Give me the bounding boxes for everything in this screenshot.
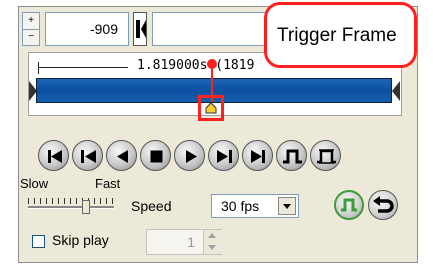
step-back-icon	[81, 150, 96, 163]
speed-slider[interactable]	[28, 196, 114, 216]
stop-button[interactable]	[140, 140, 171, 171]
play-icon	[186, 150, 197, 163]
play-reverse-icon	[117, 150, 128, 163]
repeat-button[interactable]	[368, 190, 398, 220]
fast-label: Fast	[95, 176, 121, 191]
frame-marker-icon[interactable]	[133, 12, 147, 46]
time-range-line	[38, 67, 128, 68]
time-range-left-tick	[38, 62, 39, 74]
step-forward-icon	[217, 150, 232, 163]
skip-play-spinner[interactable]	[203, 230, 222, 254]
skip-play-checkbox[interactable]	[32, 235, 45, 248]
pulse-icon	[283, 149, 302, 164]
skip-to-end-icon	[251, 150, 265, 163]
frame-spinner[interactable]: + −	[22, 12, 40, 46]
spin-down-icon[interactable]	[208, 245, 216, 250]
speed-slider-thumb[interactable]	[82, 200, 90, 214]
trigger-frame-button[interactable]	[276, 140, 307, 171]
slow-label: Slow	[20, 176, 49, 191]
undo-icon	[373, 196, 394, 213]
range-end-icon[interactable]	[392, 81, 400, 101]
skip-to-start-icon	[48, 150, 62, 163]
fps-select-value: 30 fps	[221, 198, 260, 214]
skip-play-label: Skip play	[52, 232, 109, 248]
play-reverse-button[interactable]	[106, 140, 137, 171]
step-back-button[interactable]	[72, 140, 103, 171]
callout-text: Trigger Frame	[277, 25, 397, 46]
play-button[interactable]	[174, 140, 205, 171]
fps-select[interactable]: 30 fps	[211, 194, 299, 218]
spin-up-icon[interactable]	[208, 233, 216, 238]
trigger-range-button[interactable]	[310, 140, 341, 171]
stop-icon	[150, 150, 163, 163]
frame-start-field[interactable]: -909	[45, 12, 129, 46]
chevron-down-icon[interactable]	[278, 197, 296, 215]
speed-slider-ticks	[28, 198, 114, 204]
pulse-range-icon	[317, 149, 336, 164]
time-range-label: 1.819000s (1819	[137, 58, 255, 73]
trigger-handle-icon[interactable]	[205, 101, 217, 114]
pulse-icon	[341, 198, 357, 212]
trigger-marker-dot	[207, 59, 217, 69]
spin-down-icon[interactable]: −	[23, 29, 39, 45]
spin-up-icon[interactable]: +	[23, 13, 39, 30]
step-forward-button[interactable]	[208, 140, 239, 171]
speed-label: Speed	[131, 198, 172, 214]
loop-pulse-button[interactable]	[334, 190, 364, 220]
first-frame-button[interactable]	[38, 140, 69, 171]
last-frame-button[interactable]	[242, 140, 273, 171]
